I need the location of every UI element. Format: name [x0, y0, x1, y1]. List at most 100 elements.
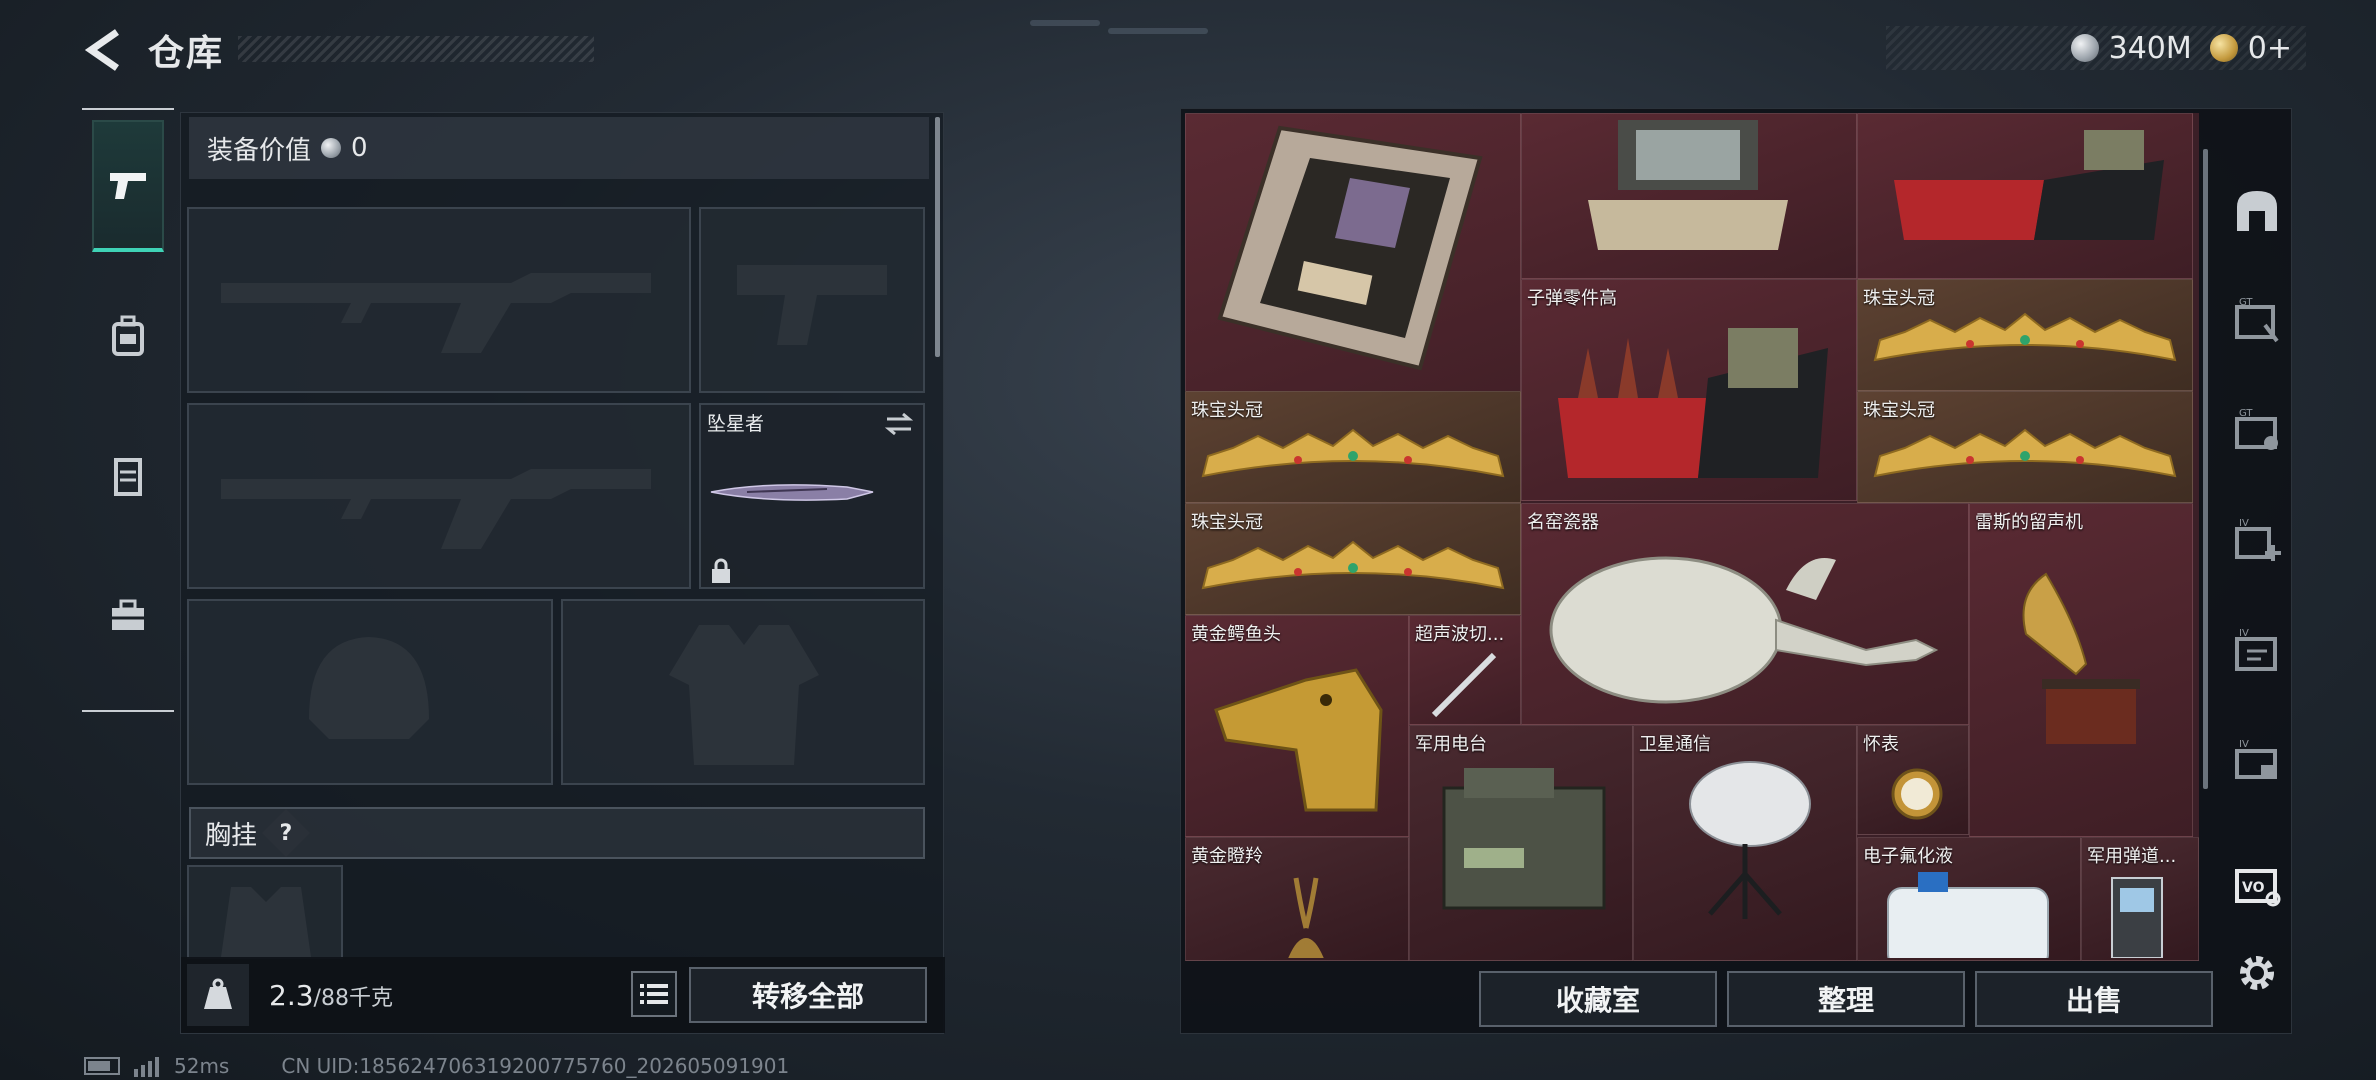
vo-icon-svg: VO	[2235, 869, 2281, 907]
stash-grid: 子弹零件高 珠宝头冠 珠宝头冠 珠宝头冠 珠宝头冠 名窑瓷器 雷斯的留声机 黄金…	[1185, 113, 2199, 961]
silver-coin-icon	[321, 138, 342, 158]
weight-max: /88千克	[313, 985, 393, 1011]
iv-folder-icon-svg: IV	[2235, 628, 2277, 671]
grid-item-case[interactable]	[1521, 113, 1857, 279]
melee-slot[interactable]: 坠星者	[699, 403, 925, 589]
liquid-jug-icon	[1887, 872, 2049, 958]
secondary-weapon-slot[interactable]	[187, 403, 691, 589]
grid-scrollbar[interactable]	[2203, 149, 2208, 789]
svg-text:IV: IV	[2239, 739, 2249, 750]
gold-currency[interactable]: 0+	[2209, 30, 2292, 66]
crown-icon	[1201, 540, 1505, 590]
grid-item-crown-2[interactable]: 珠宝头冠	[1185, 391, 1521, 503]
crown-icon	[1873, 312, 2177, 362]
grid-item-crown-4[interactable]: 珠宝头冠	[1185, 503, 1521, 615]
equipment-panel: 装备价值 0 坠星者 胸挂 ? 2.3/88千克 转移全部	[180, 112, 945, 1034]
helmet-slot[interactable]	[187, 599, 553, 785]
equipment-value-label: 装备价值	[207, 135, 312, 166]
category-rail	[82, 108, 174, 712]
grid-item-porcelain[interactable]: 名窑瓷器	[1521, 503, 1969, 725]
armor-slot[interactable]	[561, 599, 925, 785]
weight-icon	[187, 964, 249, 1026]
kg-weight-icon	[204, 978, 232, 1009]
svg-text:IV: IV	[2239, 628, 2249, 639]
scrollbar[interactable]	[935, 117, 940, 357]
toolbox-icon	[112, 599, 144, 630]
weight-readout: 2.3/88千克	[269, 979, 393, 1012]
title-decoration	[238, 36, 594, 62]
pistol-silhouette-icon	[737, 265, 887, 345]
chest-rig-slot[interactable]	[187, 865, 343, 959]
melee-slot-label: 坠星者	[707, 413, 765, 435]
gear-icon-svg	[2240, 956, 2274, 990]
tab-weapons[interactable]	[92, 120, 164, 252]
helmet-silhouette-icon	[309, 637, 429, 739]
vest-icon	[114, 458, 142, 496]
svg-text:GT: GT	[2239, 408, 2253, 419]
grid-item-ammo-parts-high[interactable]: 子弹零件高	[1521, 279, 1857, 501]
organize-button[interactable]: 整理	[1727, 971, 1965, 1027]
tab-vest[interactable]	[92, 410, 164, 542]
chest-rig-bar: 胸挂 ?	[189, 807, 925, 859]
back-button[interactable]	[80, 27, 126, 73]
grid-item-crown-1[interactable]: 珠宝头冠	[1857, 279, 2193, 391]
gold-gazelle-icon	[1288, 877, 1324, 958]
rifle-silhouette-icon	[221, 273, 651, 353]
gold-croc-head-icon	[1214, 668, 1383, 812]
grid-item-gold-croc-head[interactable]: 黄金鳄鱼头	[1185, 615, 1409, 837]
iv-plus-icon-svg: IV	[2235, 518, 2281, 561]
weight-current: 2.3	[269, 978, 314, 1012]
swap-icon[interactable]	[883, 411, 915, 437]
grid-item-military-ballistic[interactable]: 军用弹道...	[2081, 837, 2199, 961]
lock-icon	[712, 558, 730, 583]
ping-readout: 52ms	[174, 1054, 230, 1078]
tab-toolbox[interactable]	[92, 550, 164, 682]
grid-item-pocket-watch[interactable]: 怀表	[1857, 725, 1969, 835]
grid-item-gramophone[interactable]: 雷斯的留声机	[1969, 503, 2193, 837]
satellite-dish-icon	[1689, 761, 1811, 919]
user-uid: CN UID:18562470631920077​5760_2026050919…	[281, 1054, 790, 1078]
gt-expand-icon[interactable]: GT	[2229, 403, 2285, 459]
military-radio-icon	[1442, 768, 1606, 910]
grid-item-fluoride-liquid[interactable]: 电子氟化液	[1857, 837, 2081, 961]
grid-item-crown-3[interactable]: 珠宝头冠	[1857, 391, 2193, 503]
vo-icon[interactable]: VO	[2229, 857, 2285, 913]
iv-folder-icon[interactable]: IV	[2229, 623, 2285, 679]
gear-icon[interactable]	[2229, 945, 2285, 1001]
vault-icon-svg	[2237, 191, 2277, 231]
signal-icon	[134, 1057, 159, 1077]
silver-coin-icon	[2070, 34, 2099, 62]
armor-silhouette-icon	[669, 625, 819, 765]
chest-rig-label: 胸挂	[205, 820, 258, 851]
iv-plus-icon[interactable]: IV	[2229, 513, 2285, 569]
cutter-icon	[1431, 652, 1497, 718]
help-badge[interactable]: ?	[261, 808, 311, 858]
background-streak	[1030, 20, 1100, 26]
grid-item-gold-gazelle[interactable]: 黄金瞪羚	[1185, 837, 1409, 961]
sidearm-slot[interactable]	[699, 207, 925, 393]
stash-tab-rail: GT GT IV IV IV VO	[2221, 139, 2293, 990]
tab-backpack[interactable]	[92, 270, 164, 402]
gold-amount: 0+	[2247, 30, 2292, 66]
gt-plus-icon[interactable]: GT	[2229, 293, 2285, 349]
page-title: 仓库	[148, 33, 225, 74]
grid-item-ultrasonic-cutter[interactable]: 超声波切...	[1409, 615, 1521, 725]
vault-icon[interactable]	[2229, 183, 2285, 239]
list-icon	[640, 984, 668, 1004]
silver-currency[interactable]: 340M	[2070, 30, 2192, 66]
sell-button[interactable]: 出售	[1975, 971, 2213, 1027]
background-streak	[1108, 28, 1208, 34]
collection-room-button[interactable]: 收藏室	[1479, 971, 1717, 1027]
grid-item-military-radio[interactable]: 军用电台	[1409, 725, 1633, 961]
crown-icon	[1201, 428, 1505, 478]
grid-item-ammo-parts-top[interactable]	[1857, 113, 2193, 279]
backpack-icon	[112, 315, 144, 356]
primary-weapon-slot[interactable]	[187, 207, 691, 393]
transfer-all-button[interactable]: 转移全部	[689, 967, 927, 1023]
silver-amount: 340M	[2108, 30, 2192, 66]
list-view-button[interactable]	[631, 971, 677, 1017]
iv-box-icon[interactable]: IV	[2229, 733, 2285, 789]
grid-item-satellite-comm[interactable]: 卫星通信	[1633, 725, 1857, 961]
svg-text:IV: IV	[2239, 518, 2249, 529]
header: 仓库	[80, 22, 594, 78]
